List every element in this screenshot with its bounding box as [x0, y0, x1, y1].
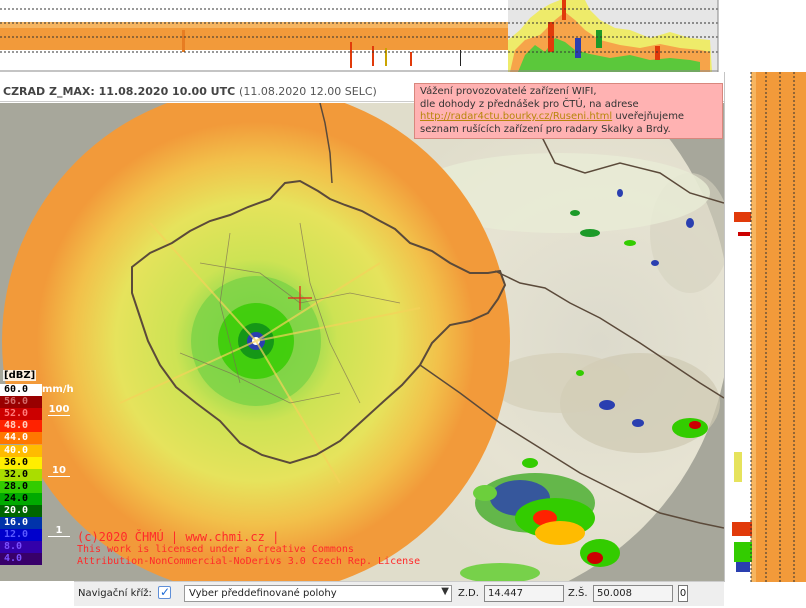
- legend-level: 40.0: [0, 444, 42, 457]
- legend-level: 56.0: [0, 396, 42, 409]
- preset-location-select[interactable]: Vyber předdefinované polohy ▼: [184, 585, 452, 602]
- legend-level: 60.0: [0, 384, 42, 396]
- notice-line-3: http://radar4ctu.bourky.cz/Ruseni.html u…: [420, 111, 717, 124]
- legend-level: 20.0: [0, 505, 42, 517]
- radar-map[interactable]: [0, 103, 724, 581]
- right-profile-chart: [724, 72, 806, 582]
- lon-label: Z.D.: [458, 588, 479, 599]
- extra-field[interactable]: 0: [678, 585, 688, 602]
- legend-level: 24.0: [0, 492, 42, 505]
- lat-input[interactable]: 50.008: [593, 585, 673, 602]
- legend-rain-tick: 1: [48, 525, 70, 538]
- legend-level: 8.0: [0, 541, 42, 554]
- notice-line-2: dle dohody z přednášek pro ČTÚ, na adres…: [420, 98, 639, 110]
- legend-level: 28.0: [0, 480, 42, 493]
- notice-link[interactable]: http://radar4ctu.bourky.cz/Ruseni.html: [420, 111, 612, 122]
- right-profile-panel: [724, 72, 806, 582]
- top-profile-panel: [0, 0, 724, 72]
- legend-level: 36.0: [0, 456, 42, 469]
- right-profile-band: [751, 72, 806, 582]
- nav-cross-label: Navigační kříž:: [78, 588, 152, 599]
- preset-select-value: Vyber předdefinované polohy: [189, 588, 337, 599]
- legend-level: 12.0: [0, 529, 42, 542]
- copyright-block: (c)2020 ČHMÚ | www.chmi.cz | This work i…: [77, 530, 420, 568]
- lat-label: Z.Š.: [568, 588, 588, 599]
- legend-rain-tick: 0.1: [48, 581, 70, 593]
- radar-title-utc: CZRAD Z_MAX: 11.08.2020 10.00 UTC: [3, 85, 236, 98]
- legend-level: 44.0: [0, 432, 42, 445]
- wifi-notice: Vážení provozovatelé zařízení WIFI, dle …: [414, 83, 723, 139]
- legend-header: [dBZ]: [3, 370, 37, 381]
- bottom-controls: Navigační kříž: Vyber předdefinované pol…: [74, 581, 724, 606]
- notice-line-4: seznam rušících zařízení pro radary Skal…: [420, 123, 671, 135]
- copyright-line-2: This work is licensed under a Creative C…: [77, 544, 354, 555]
- legend-rain-tick: 100: [48, 404, 70, 417]
- legend-level: 4.0: [0, 553, 42, 566]
- notice-line-1: Vážení provozovatelé zařízení WIFI,: [420, 86, 597, 97]
- legend-level: 48.0: [0, 420, 42, 433]
- nav-cross-checkbox[interactable]: [158, 585, 171, 599]
- legend-unit: mm/h: [42, 384, 74, 395]
- notice-line-3-text: uveřejňujeme: [612, 111, 685, 122]
- copyright-line-1: (c)2020 ČHMÚ | www.chmi.cz |: [77, 530, 280, 544]
- copyright-line-3: Attribution-NonCommercial-NoDerivs 3.0 C…: [77, 556, 421, 567]
- legend-rain-tick: 10: [48, 465, 70, 477]
- chevron-down-icon: ▼: [441, 586, 449, 597]
- legend-level: 52.0: [0, 408, 42, 421]
- radar-map-canvas: [0, 103, 724, 581]
- radar-title: CZRAD Z_MAX: 11.08.2020 10.00 UTC (11.08…: [3, 85, 377, 98]
- legend-level: 16.0: [0, 517, 42, 530]
- top-profile-chart: [0, 0, 724, 72]
- lon-input[interactable]: 14.447: [484, 585, 564, 602]
- legend-level: 32.0: [0, 468, 42, 481]
- radar-title-local: (11.08.2020 12.00 SELC): [239, 85, 377, 98]
